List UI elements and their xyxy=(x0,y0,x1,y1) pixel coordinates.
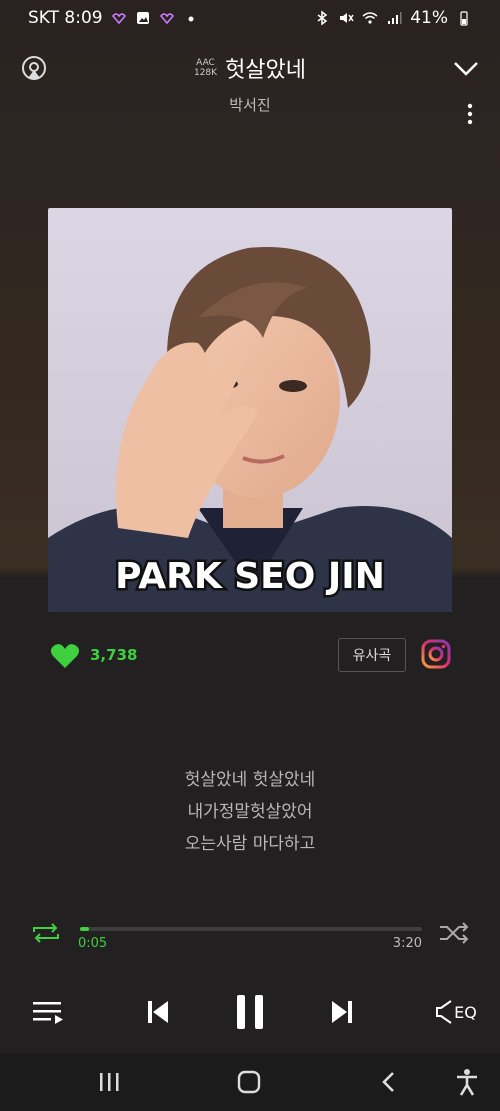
playlist-icon xyxy=(33,1002,63,1024)
album-art-image: PARK SEO JIN xyxy=(48,208,452,612)
current-time: 0:05 xyxy=(78,936,108,951)
back-button[interactable] xyxy=(374,1067,404,1097)
notification-icon xyxy=(111,13,126,25)
signal-icon xyxy=(388,12,402,24)
recent-apps-icon xyxy=(100,1073,119,1091)
like-count: 3,738 xyxy=(90,646,138,664)
skip-previous-icon xyxy=(148,1001,168,1023)
mute-icon xyxy=(340,13,354,23)
battery-icon xyxy=(460,11,468,26)
carrier-time: SKT 8:09 xyxy=(28,8,103,28)
lyric-line: 오는사람 마다하고 xyxy=(184,834,316,854)
dot-icon xyxy=(188,16,194,22)
codec-bitrate: 128K xyxy=(193,68,218,78)
similar-songs-button[interactable]: 유사곡 xyxy=(338,638,406,672)
repeat-icon[interactable] xyxy=(30,922,62,944)
previous-button[interactable] xyxy=(140,990,176,1034)
playback-controls: EQ xyxy=(0,990,500,1040)
eq-label: EQ xyxy=(454,1002,477,1022)
chevron-down-icon[interactable] xyxy=(452,56,480,80)
accessibility-icon xyxy=(457,1069,477,1096)
home-icon xyxy=(237,1070,261,1094)
home-button[interactable] xyxy=(234,1067,264,1097)
more-icon[interactable] xyxy=(466,102,474,126)
notification-icon-2 xyxy=(159,13,174,25)
shuffle-icon[interactable] xyxy=(438,922,470,944)
equalizer-button[interactable]: EQ xyxy=(432,990,480,1034)
player-header: AAC 128K 헛살았네 박서진 xyxy=(0,44,500,125)
pause-button[interactable] xyxy=(228,990,272,1034)
lyric-line: 헛살았네 헛살았네 xyxy=(184,770,316,790)
lyric-line: 내가정말헛살았어 xyxy=(187,802,313,822)
recent-apps-button[interactable] xyxy=(94,1067,124,1097)
song-title: 헛살았네 xyxy=(225,58,307,83)
accessibility-button[interactable] xyxy=(452,1067,482,1097)
song-meta-row: 3,738 유사곡 xyxy=(0,636,500,676)
lyrics[interactable]: 헛살았네 헛살았네 내가정말헛살았어 오는사람 마다하고 xyxy=(0,764,500,860)
status-bar: SKT 8:09 41% xyxy=(0,0,500,36)
bluetooth-icon xyxy=(317,10,328,26)
gallery-icon xyxy=(136,12,149,24)
artist-name[interactable]: 박서진 xyxy=(0,94,500,115)
album-art: PARK SEO JIN xyxy=(48,208,452,612)
total-time: 3:20 xyxy=(392,936,422,951)
battery-percent: 41% xyxy=(410,8,448,28)
album-caption: PARK SEO JIN xyxy=(115,556,385,597)
codec-format: AAC xyxy=(196,58,215,68)
progress-area: 0:05 3:20 xyxy=(0,918,500,958)
pause-icon xyxy=(237,995,263,1029)
next-button[interactable] xyxy=(324,990,360,1034)
seek-bar[interactable] xyxy=(80,927,422,931)
wifi-icon xyxy=(362,12,378,24)
speaker-icon xyxy=(436,1000,452,1024)
system-nav-bar xyxy=(0,1053,500,1111)
skip-next-icon xyxy=(332,1001,352,1023)
playlist-button[interactable] xyxy=(30,990,66,1034)
back-icon xyxy=(382,1072,394,1092)
heart-icon[interactable] xyxy=(50,642,80,670)
seek-bar-fill xyxy=(80,927,89,931)
instagram-icon[interactable] xyxy=(420,638,452,670)
codec-badge: AAC 128K xyxy=(194,58,217,78)
